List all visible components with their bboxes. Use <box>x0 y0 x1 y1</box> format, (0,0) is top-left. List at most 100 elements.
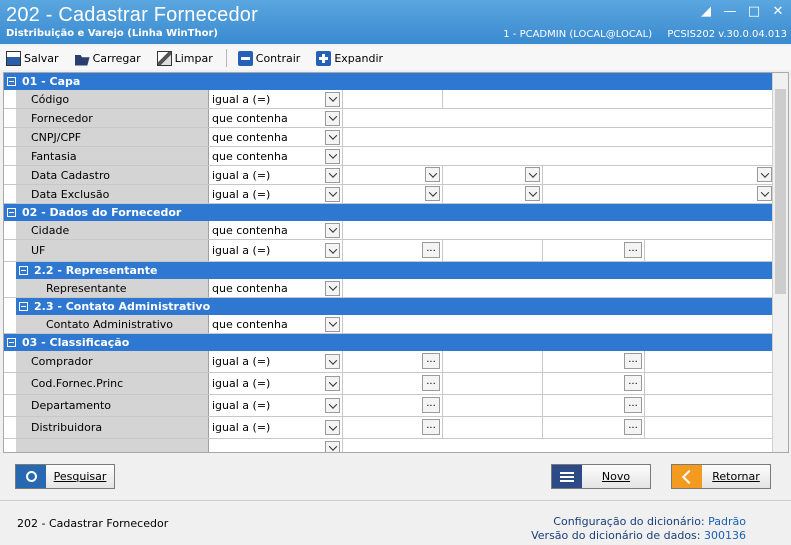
value-input-2[interactable]: ... <box>543 351 645 372</box>
operator-select[interactable]: igual a (=) <box>209 373 343 394</box>
value-input[interactable] <box>343 147 774 165</box>
value-input[interactable] <box>343 221 774 239</box>
section-capa[interactable]: 01 - Capa <box>4 73 774 90</box>
chevron-down-icon[interactable] <box>325 440 340 452</box>
chevron-down-icon[interactable] <box>525 186 540 201</box>
session-info: 1 - PCADMIN (LOCAL@LOCAL) PCSIS202 v.30.… <box>491 29 787 40</box>
date-to-input[interactable] <box>543 166 774 184</box>
value-input[interactable] <box>343 279 774 297</box>
value-input-2[interactable]: ... <box>543 417 645 438</box>
operator-select[interactable]: igual a (=) <box>209 351 343 372</box>
collapse-toggle-icon[interactable] <box>19 266 28 275</box>
chevron-down-icon[interactable] <box>325 148 340 164</box>
back-button[interactable]: Retornar <box>671 464 771 489</box>
lookup-button[interactable]: ... <box>422 242 440 258</box>
operator-select[interactable]: igual a (=) <box>209 185 343 203</box>
chevron-down-icon[interactable] <box>325 167 340 183</box>
search-button[interactable]: Pesquisar <box>15 464 115 489</box>
collapse-toggle-icon[interactable] <box>7 77 16 86</box>
operator-select[interactable]: que contenha <box>209 279 343 297</box>
operator-select[interactable]: que contenha <box>209 315 343 333</box>
chevron-down-icon[interactable] <box>525 167 540 182</box>
time-from-input[interactable] <box>443 166 543 184</box>
value-input[interactable] <box>343 90 443 108</box>
value-input-2[interactable]: ... <box>543 373 645 394</box>
chevron-down-icon[interactable] <box>325 186 340 202</box>
chevron-down-icon[interactable] <box>325 398 340 413</box>
save-label: Salvar <box>24 51 59 65</box>
date-from-input[interactable] <box>343 185 443 203</box>
chevron-down-icon[interactable] <box>325 222 340 238</box>
value-input-2[interactable] <box>443 90 774 108</box>
date-from-input[interactable] <box>343 166 443 184</box>
value-input[interactable]: ... <box>343 417 443 438</box>
lookup-button[interactable]: ... <box>624 397 642 413</box>
section-classificacao[interactable]: 03 - Classificação <box>4 334 774 351</box>
value-input[interactable]: ... <box>343 395 443 416</box>
chevron-down-icon[interactable] <box>325 376 340 391</box>
new-record-icon <box>552 465 582 488</box>
collapse-button[interactable]: Contrair <box>235 48 304 68</box>
value-input-2[interactable]: ... <box>543 240 645 261</box>
chevron-down-icon[interactable] <box>757 167 772 182</box>
operator-select[interactable]: igual a (=) <box>209 417 343 438</box>
time-from-input[interactable] <box>443 185 543 203</box>
operator-select[interactable]: que contenha <box>209 128 343 146</box>
section-representante[interactable]: 2.2 - Representante <box>16 262 774 279</box>
value-input-2[interactable]: ... <box>543 395 645 416</box>
lookup-button[interactable]: ... <box>422 375 440 391</box>
lookup-button[interactable]: ... <box>624 353 642 369</box>
new-label: Novo <box>601 470 631 483</box>
section-dados-fornecedor[interactable]: 02 - Dados do Fornecedor <box>4 204 774 221</box>
value-input[interactable]: ... <box>343 373 443 394</box>
chevron-down-icon[interactable] <box>325 129 340 145</box>
vertical-scrollbar[interactable] <box>772 73 788 452</box>
chevron-down-icon[interactable] <box>325 420 340 435</box>
new-button[interactable]: Novo <box>551 464 651 489</box>
chevron-down-icon[interactable] <box>757 186 772 201</box>
chevron-down-icon[interactable] <box>325 91 340 107</box>
operator-select[interactable]: que contenha <box>209 109 343 127</box>
save-button[interactable]: Salvar <box>3 48 62 68</box>
operator-select[interactable]: igual a (=) <box>209 90 343 108</box>
minimize-icon[interactable]: — <box>723 5 737 19</box>
value-input[interactable]: ... <box>343 240 443 261</box>
lookup-button[interactable]: ... <box>624 419 642 435</box>
operator-select[interactable]: igual a (=) <box>209 166 343 184</box>
chevron-down-icon[interactable] <box>425 186 440 201</box>
load-button[interactable]: Carregar <box>72 48 144 68</box>
value-input[interactable] <box>343 128 774 146</box>
lookup-button[interactable]: ... <box>624 375 642 391</box>
chevron-down-icon[interactable] <box>325 354 340 369</box>
close-icon[interactable]: ✕ <box>771 5 785 19</box>
value-input[interactable] <box>343 439 774 452</box>
maximize-icon[interactable]: □ <box>747 5 761 19</box>
chevron-down-icon[interactable] <box>325 243 340 258</box>
date-to-input[interactable] <box>543 185 774 203</box>
filter-row-uf: UF igual a (=) ... ... <box>4 240 774 262</box>
section-contato-administrativo[interactable]: 2.3 - Contato Administrativo <box>16 298 774 315</box>
lookup-button[interactable]: ... <box>624 242 642 258</box>
operator-select[interactable]: que contenha <box>209 221 343 239</box>
clear-button[interactable]: Limpar <box>154 48 216 68</box>
collapse-toggle-icon[interactable] <box>7 208 16 217</box>
collapse-toggle-icon[interactable] <box>19 302 28 311</box>
lookup-button[interactable]: ... <box>422 397 440 413</box>
operator-select[interactable]: igual a (=) <box>209 240 343 261</box>
chevron-down-icon[interactable] <box>425 167 440 182</box>
collapse-toggle-icon[interactable] <box>7 338 16 347</box>
expand-button[interactable]: Expandir <box>313 48 386 68</box>
value-input[interactable] <box>343 109 774 127</box>
operator-select[interactable] <box>209 439 343 452</box>
operator-select[interactable]: que contenha <box>209 147 343 165</box>
scrollbar-thumb[interactable] <box>775 89 786 294</box>
chevron-down-icon[interactable] <box>325 110 340 126</box>
chevron-down-icon[interactable] <box>325 280 340 296</box>
restore-icon[interactable]: ◢ <box>699 5 713 19</box>
operator-select[interactable]: igual a (=) <box>209 395 343 416</box>
chevron-down-icon[interactable] <box>325 316 340 332</box>
lookup-button[interactable]: ... <box>422 419 440 435</box>
value-input[interactable] <box>343 315 774 333</box>
lookup-button[interactable]: ... <box>422 353 440 369</box>
value-input[interactable]: ... <box>343 351 443 372</box>
